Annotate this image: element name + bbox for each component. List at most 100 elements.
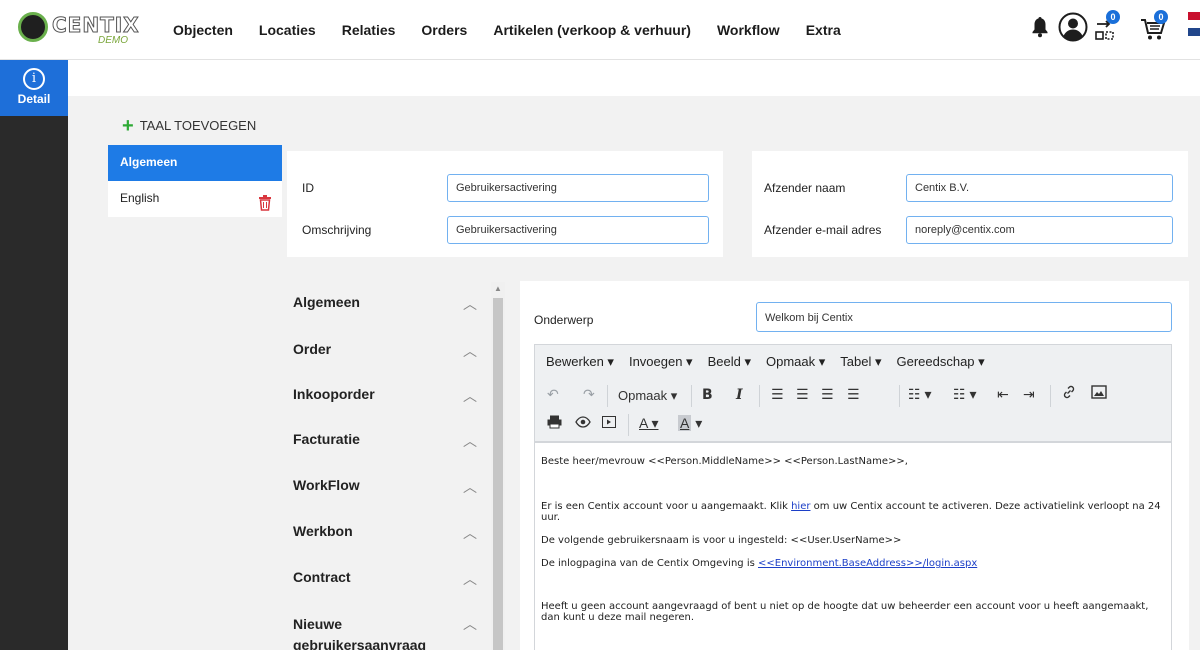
- description-label: Omschrijving: [302, 223, 372, 237]
- nav-locaties[interactable]: Locaties: [259, 22, 316, 38]
- media-icon[interactable]: [602, 415, 616, 431]
- chevron-up-icon: ︿: [463, 343, 477, 359]
- language-list: Algemeen English: [108, 145, 282, 217]
- nav-workflow[interactable]: Workflow: [717, 22, 780, 38]
- accordion-item-label: Nieuwe gebruikersaanvraag: [293, 616, 427, 650]
- login-link[interactable]: <<Environment.BaseAddress>>/login.aspx: [758, 558, 977, 569]
- chevron-up-icon: ︿: [463, 571, 477, 587]
- chevron-up-icon: ︿: [463, 525, 477, 541]
- nav-objecten[interactable]: Objecten: [173, 22, 233, 38]
- subject-field[interactable]: Welkom bij Centix: [756, 302, 1172, 332]
- logo-emblem: [18, 12, 48, 42]
- cart-icon[interactable]: 0: [1140, 10, 1168, 47]
- sidebar-item-label: Detail: [17, 92, 51, 106]
- toolbar-divider: [1050, 385, 1051, 407]
- user-icon[interactable]: [1058, 12, 1088, 47]
- accordion-item-label: Werkbon: [293, 523, 353, 539]
- scroll-up-arrow-icon[interactable]: ▲: [494, 284, 502, 293]
- toolbar-divider: [899, 385, 900, 407]
- accordion-scrollbar[interactable]: ▲: [491, 282, 505, 650]
- centix-logo[interactable]: CENTIX DEMO: [18, 8, 139, 52]
- toolbar-divider: [759, 385, 760, 407]
- add-language-label: TAAL TOEVOEGEN: [139, 118, 257, 133]
- logo-demo-label: DEMO: [98, 35, 128, 46]
- accordion-item-contract[interactable]: Contract ︿: [293, 569, 487, 587]
- id-field[interactable]: Gebruikersactivering: [447, 174, 709, 202]
- accordion-item-label: Algemeen: [293, 294, 360, 310]
- menu-gereedschap[interactable]: Gereedschap ▾: [896, 354, 984, 370]
- accordion-item-werkbon[interactable]: Werkbon ︿: [293, 523, 487, 541]
- accordion-item-label: WorkFlow: [293, 477, 360, 493]
- bullet-list-icon[interactable]: ☷ ▾: [908, 386, 931, 403]
- accordion-item-workflow[interactable]: WorkFlow ︿: [293, 477, 487, 495]
- background-color-icon[interactable]: A ▾: [678, 415, 702, 432]
- redo-icon[interactable]: ↷: [583, 386, 595, 403]
- toolbar-divider: [691, 385, 692, 407]
- toolbar-divider: [607, 385, 608, 407]
- nav-relaties[interactable]: Relaties: [342, 22, 396, 38]
- chevron-up-icon: ︿: [463, 479, 477, 495]
- nav-artikelen[interactable]: Artikelen (verkoop & verhuur): [493, 22, 691, 38]
- language-item-english[interactable]: English: [108, 181, 282, 217]
- preview-icon[interactable]: [575, 415, 591, 431]
- accordion-item-facturatie[interactable]: Facturatie ︿: [293, 431, 487, 449]
- activation-link[interactable]: hier: [791, 501, 810, 512]
- sidebar-item-detail[interactable]: i Detail: [0, 60, 68, 116]
- align-left-icon[interactable]: ☰: [771, 386, 784, 403]
- menu-bewerken[interactable]: Bewerken ▾: [546, 354, 614, 370]
- language-item-algemeen[interactable]: Algemeen: [108, 145, 282, 181]
- accordion-item-order[interactable]: Order ︿: [293, 341, 487, 359]
- accordion-item-algemeen[interactable]: Algemeen ︿: [293, 294, 487, 312]
- body-username-text: De volgende gebruikersnaam is voor u ing…: [541, 535, 902, 546]
- scrollbar-thumb[interactable]: [493, 298, 503, 650]
- align-center-icon[interactable]: ☰: [796, 386, 809, 403]
- sub-header-bar: [68, 60, 1200, 96]
- menu-beeld[interactable]: Beeld ▾: [708, 354, 751, 370]
- text-color-icon[interactable]: A ▾: [639, 415, 658, 432]
- description-field[interactable]: Gebruikersactivering: [447, 216, 709, 244]
- body-login-pre: De inlogpagina van de Centix Omgeving is: [541, 558, 758, 569]
- bold-icon[interactable]: B: [702, 387, 713, 403]
- nav-extra[interactable]: Extra: [806, 22, 841, 38]
- menu-opmaak[interactable]: Opmaak ▾: [766, 354, 825, 370]
- subject-label: Onderwerp: [534, 313, 594, 327]
- main-nav: Objecten Locaties Relaties Orders Artike…: [173, 22, 867, 38]
- outdent-icon[interactable]: ⇤: [997, 386, 1009, 403]
- italic-icon[interactable]: I: [736, 387, 743, 403]
- undo-icon[interactable]: ↶: [547, 386, 559, 403]
- cart-badge: 0: [1154, 10, 1168, 24]
- format-dropdown[interactable]: Opmaak ▾: [618, 388, 677, 404]
- delete-language-icon[interactable]: [258, 190, 272, 224]
- mail-body-editor[interactable]: Beste heer/mevrouw <<Person.MiddleName>>…: [534, 442, 1172, 650]
- menu-tabel[interactable]: Tabel ▾: [840, 354, 881, 370]
- top-bar: CENTIX DEMO Objecten Locaties Relaties O…: [0, 0, 1200, 60]
- align-right-icon[interactable]: ☰: [821, 386, 834, 403]
- left-sidebar: i Detail: [0, 60, 68, 650]
- image-icon[interactable]: [1091, 385, 1107, 402]
- transfer-icon[interactable]: 0: [1094, 10, 1120, 47]
- body-ignore-text: Heeft u geen account aangevraagd of bent…: [541, 601, 1149, 623]
- menu-invoegen[interactable]: Invoegen ▾: [629, 354, 693, 370]
- accordion-item-inkooporder[interactable]: Inkooporder ︿: [293, 386, 487, 404]
- bell-icon[interactable]: [1030, 16, 1050, 43]
- language-flag-icon[interactable]: [1188, 12, 1200, 36]
- chevron-up-icon: ︿: [463, 388, 477, 404]
- align-justify-icon[interactable]: ☰: [847, 386, 860, 403]
- numbered-list-icon[interactable]: ☷ ▾: [953, 386, 976, 403]
- accordion-item-nieuwe-gebruikersaanvraag[interactable]: Nieuwe gebruikersaanvraag ︿: [293, 614, 487, 650]
- print-icon[interactable]: [547, 415, 562, 432]
- link-icon[interactable]: [1061, 384, 1077, 403]
- info-icon: i: [23, 68, 45, 90]
- chevron-up-icon: ︿: [463, 616, 477, 632]
- sender-name-field[interactable]: Centix B.V.: [906, 174, 1173, 202]
- transfer-badge: 0: [1106, 10, 1120, 24]
- accordion-item-label: Facturatie: [293, 431, 360, 447]
- sender-email-field[interactable]: noreply@centix.com: [906, 216, 1173, 244]
- nav-orders[interactable]: Orders: [421, 22, 467, 38]
- body-login-text: De inlogpagina van de Centix Omgeving is…: [541, 558, 1161, 569]
- indent-icon[interactable]: ⇥: [1023, 386, 1035, 403]
- add-language-button[interactable]: + TAAL TOEVOEGEN: [122, 116, 257, 136]
- sender-name-label: Afzender naam: [764, 181, 846, 195]
- chevron-up-icon: ︿: [463, 433, 477, 449]
- body-activation-pre: Er is een Centix account voor u aangemaa…: [541, 501, 792, 512]
